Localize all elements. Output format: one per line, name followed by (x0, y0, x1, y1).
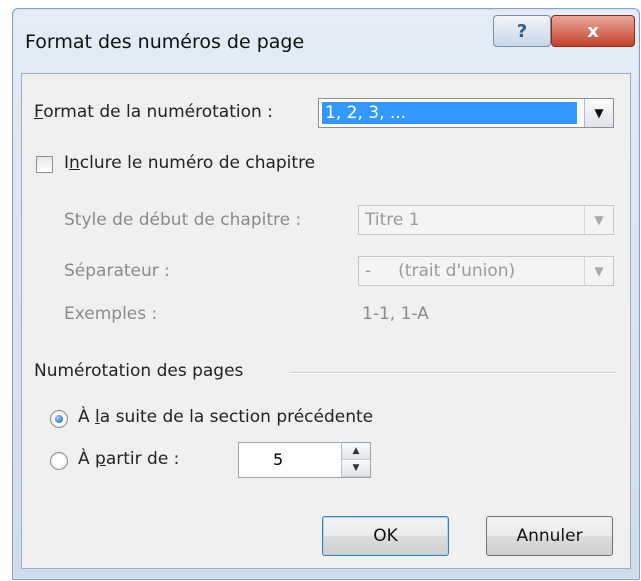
chevron-down-icon[interactable]: ▼ (584, 257, 613, 285)
help-button[interactable]: ? (493, 15, 551, 47)
spinner-buttons: ▲ ▼ (341, 443, 370, 477)
continue-from-previous-label[interactable]: À la suite de la section précédente (78, 407, 373, 427)
number-format-dropdown[interactable]: 1, 2, 3, ... ▼ (318, 98, 614, 128)
title-bar[interactable]: Format des numéros de page ? x (13, 9, 639, 73)
chevron-down-icon[interactable]: ▼ (584, 206, 613, 234)
chapter-style-value: Titre 1 (365, 210, 420, 230)
dialog-body: Format de la numérotation : 1, 2, 3, ...… (21, 73, 631, 569)
examples-value: 1-1, 1-A (362, 304, 429, 324)
chapter-style-dropdown[interactable]: Titre 1 ▼ (358, 205, 614, 235)
start-at-label[interactable]: À partir de : (78, 449, 179, 469)
spin-down-icon[interactable]: ▼ (342, 460, 370, 477)
start-at-spinner[interactable]: 5 ▲ ▼ (238, 442, 371, 478)
ok-button[interactable]: OK (322, 516, 449, 556)
separator-dropdown[interactable]: - (trait d'union) ▼ (358, 256, 614, 286)
group-divider (290, 372, 616, 374)
dialog-title: Format des numéros de page (25, 31, 305, 53)
number-format-value: 1, 2, 3, ... (322, 102, 577, 124)
include-chapter-checkbox[interactable] (36, 156, 53, 173)
number-format-label: Format de la numérotation : (34, 102, 273, 122)
chapter-style-label: Style de début de chapitre : (64, 210, 302, 230)
page-number-format-dialog: Format des numéros de page ? x Format de… (12, 8, 640, 580)
separator-label: Séparateur : (64, 261, 170, 281)
help-icon: ? (516, 20, 528, 42)
spin-up-icon[interactable]: ▲ (342, 443, 370, 460)
examples-label: Exemples : (64, 304, 158, 324)
chevron-down-icon[interactable]: ▼ (584, 99, 613, 127)
page-numbering-group-label: Numérotation des pages (34, 361, 244, 381)
continue-from-previous-radio[interactable] (50, 410, 68, 428)
include-chapter-label[interactable]: Inclure le numéro de chapitre (64, 153, 315, 173)
start-at-radio[interactable] (50, 452, 68, 470)
start-at-value[interactable]: 5 (239, 443, 339, 477)
close-button[interactable]: x (551, 15, 635, 47)
separator-value: - (trait d'union) (365, 261, 516, 281)
cancel-button[interactable]: Annuler (486, 516, 613, 556)
close-icon: x (587, 20, 599, 42)
